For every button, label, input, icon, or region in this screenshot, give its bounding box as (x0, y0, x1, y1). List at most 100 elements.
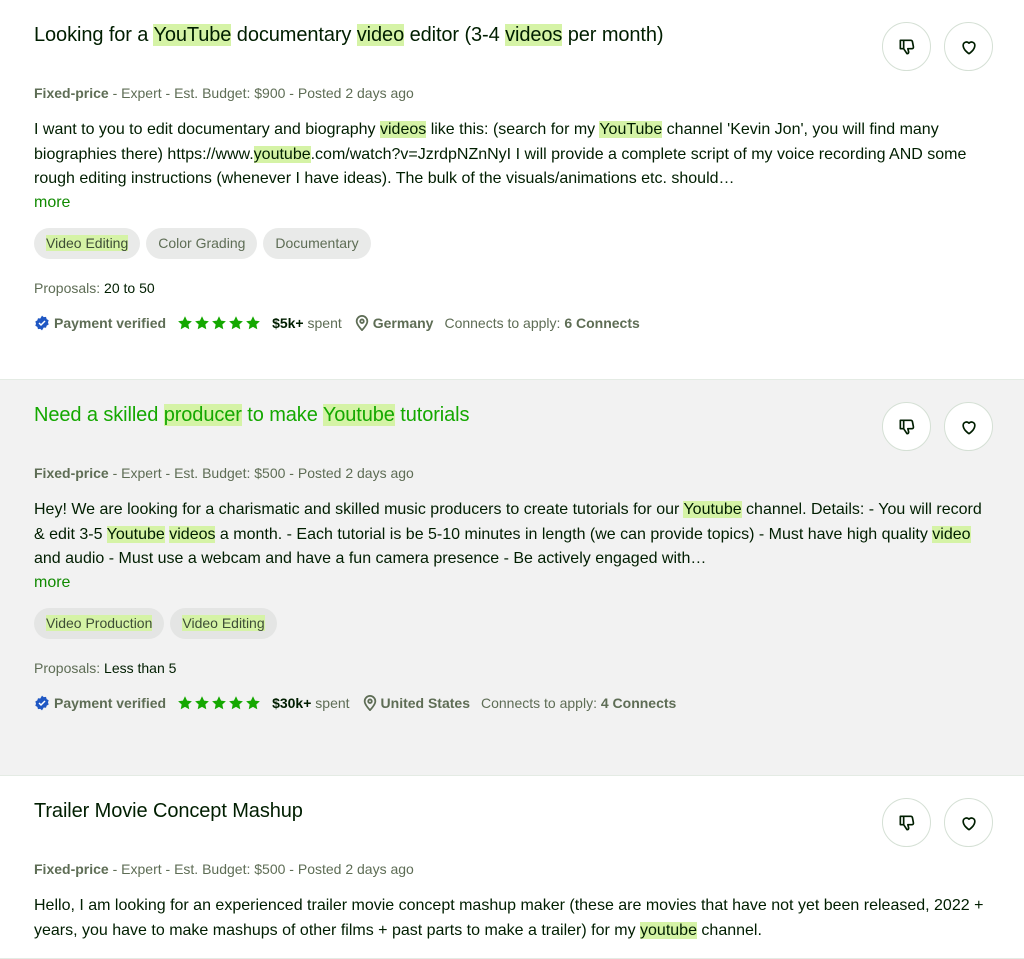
job-tile[interactable]: Trailer Movie Concept Mashup Fixed-price… (0, 776, 1024, 959)
star-icon (229, 316, 243, 330)
star-icon (195, 696, 209, 710)
more-link[interactable]: more (34, 572, 1024, 594)
dislike-button[interactable] (882, 402, 931, 451)
posted-time: Posted 2 days ago (297, 861, 414, 877)
save-job-button[interactable] (944, 402, 993, 451)
dislike-button[interactable] (882, 798, 931, 847)
posted-time: Posted 2 days ago (297, 465, 414, 481)
text-segment: like this: (search for my (426, 121, 600, 138)
client-rating (177, 695, 261, 711)
client-info: Payment verified $30k+ spent United Stat… (34, 694, 1024, 712)
location-text: United States (380, 695, 470, 711)
search-highlight: videos (380, 121, 427, 138)
connects-value: 6 Connects (564, 315, 640, 331)
proposals-label: Proposals: (34, 280, 101, 296)
skill-tag[interactable]: Video Editing (170, 608, 277, 639)
dislike-button[interactable] (882, 22, 931, 71)
client-info: Payment verified $5k+ spent Germany Conn… (34, 314, 1024, 332)
job-actions (882, 798, 993, 847)
connects-value: 4 Connects (600, 695, 677, 711)
spent-label: spent (307, 315, 342, 331)
experience-level: Expert (121, 861, 162, 877)
job-title[interactable]: Need a skilled producer to make Youtube … (34, 402, 834, 428)
job-meta: Fixed-price - Expert - Est. Budget: $900… (34, 85, 414, 101)
payment-verified-label: Payment verified (54, 695, 167, 711)
skill-tag[interactable]: Documentary (263, 228, 371, 259)
experience-level: Expert (121, 465, 162, 481)
client-rating (177, 315, 261, 331)
text-segment: to make (241, 404, 323, 426)
text-segment: per month) (562, 24, 664, 46)
budget-value: $500 (254, 465, 286, 481)
budget-value: $500 (254, 861, 286, 877)
spent-label: spent (315, 695, 350, 711)
more-link[interactable]: more (34, 192, 1024, 214)
skill-tag[interactable]: Color Grading (146, 228, 258, 259)
map-pin-icon (363, 695, 376, 711)
job-title[interactable]: Trailer Movie Concept Mashup (34, 798, 834, 824)
job-description: I want to you to edit documentary and bi… (34, 118, 994, 191)
star-icon (195, 316, 209, 330)
skill-tags: Video Editing Color Grading Documentary (34, 228, 1024, 259)
search-highlight: video (932, 525, 971, 543)
search-highlight: video (356, 24, 405, 46)
proposals-value: Less than 5 (104, 660, 177, 676)
client-location: United States (363, 694, 470, 712)
client-location: Germany (355, 314, 434, 332)
job-title[interactable]: Looking for a YouTube documentary video … (34, 22, 834, 48)
search-highlight: Youtube (106, 525, 165, 543)
job-type: Fixed-price (34, 85, 109, 101)
star-icon (229, 696, 243, 710)
text-segment: I want to you to edit documentary and bi… (34, 121, 380, 138)
search-highlight: YouTube (153, 24, 232, 46)
search-highlight: producer (163, 404, 242, 426)
star-icon (212, 316, 226, 330)
skill-tag[interactable]: Video Production (34, 608, 165, 639)
search-highlight: videos (169, 525, 216, 543)
thumbs-down-icon (899, 419, 914, 434)
save-job-button[interactable] (944, 798, 993, 847)
heart-icon (961, 40, 976, 55)
thumbs-down-icon (899, 815, 914, 830)
job-meta: Fixed-price - Expert - Est. Budget: $500… (34, 465, 414, 481)
job-feed: Looking for a YouTube documentary video … (0, 0, 1024, 959)
heart-icon (961, 420, 976, 434)
location-text: Germany (372, 315, 434, 331)
star-icon (212, 696, 226, 710)
connects-label: Connects to apply: (444, 315, 561, 331)
job-description: Hello, I am looking for an experienced t… (34, 894, 994, 959)
job-description: Hey! We are looking for a charismatic an… (34, 498, 994, 571)
spent-amount: $5k+ (272, 315, 304, 331)
proposals-label: Proposals: (34, 660, 101, 676)
budget-value: $900 (254, 85, 286, 101)
spent-amount: $30k+ (272, 695, 312, 711)
proposals: Proposals: Less than 5 (34, 659, 1024, 677)
job-tile[interactable]: Looking for a YouTube documentary video … (0, 0, 1024, 380)
client-spent: $5k+ spent (272, 314, 342, 332)
search-highlight: youtube (640, 921, 697, 939)
skill-tag-label: Color Grading (158, 235, 246, 251)
search-highlight: Youtube (683, 501, 742, 518)
payment-verified: Payment verified (34, 694, 166, 712)
proposals: Proposals: 20 to 50 (34, 279, 1024, 297)
heart-icon (961, 816, 976, 830)
job-type: Fixed-price (34, 465, 109, 481)
text-segment: tutorials (394, 404, 470, 426)
text-segment: channel. (696, 921, 762, 939)
text-segment: Trailer Movie Concept Mashup (34, 800, 303, 822)
text-segment: Hello, I am looking for an experienced t… (34, 897, 988, 939)
map-pin-icon (355, 315, 368, 331)
text-segment: a month. - Each tutorial is be 5-10 minu… (215, 525, 933, 543)
payment-verified: Payment verified (34, 314, 166, 332)
job-tile[interactable]: Need a skilled producer to make Youtube … (0, 380, 1024, 776)
skill-tag[interactable]: Video Editing (34, 228, 141, 259)
skill-tag-label: Video Editing (46, 235, 129, 251)
connects-label: Connects to apply: (481, 695, 597, 711)
job-actions (882, 402, 993, 451)
posted-time: Posted 2 days ago (297, 85, 414, 101)
connects-to-apply: Connects to apply: 4 Connects (481, 694, 676, 712)
search-highlight: YouTube (599, 121, 663, 138)
star-icon (246, 696, 260, 710)
save-job-button[interactable] (944, 22, 993, 71)
star-icon (178, 316, 192, 330)
